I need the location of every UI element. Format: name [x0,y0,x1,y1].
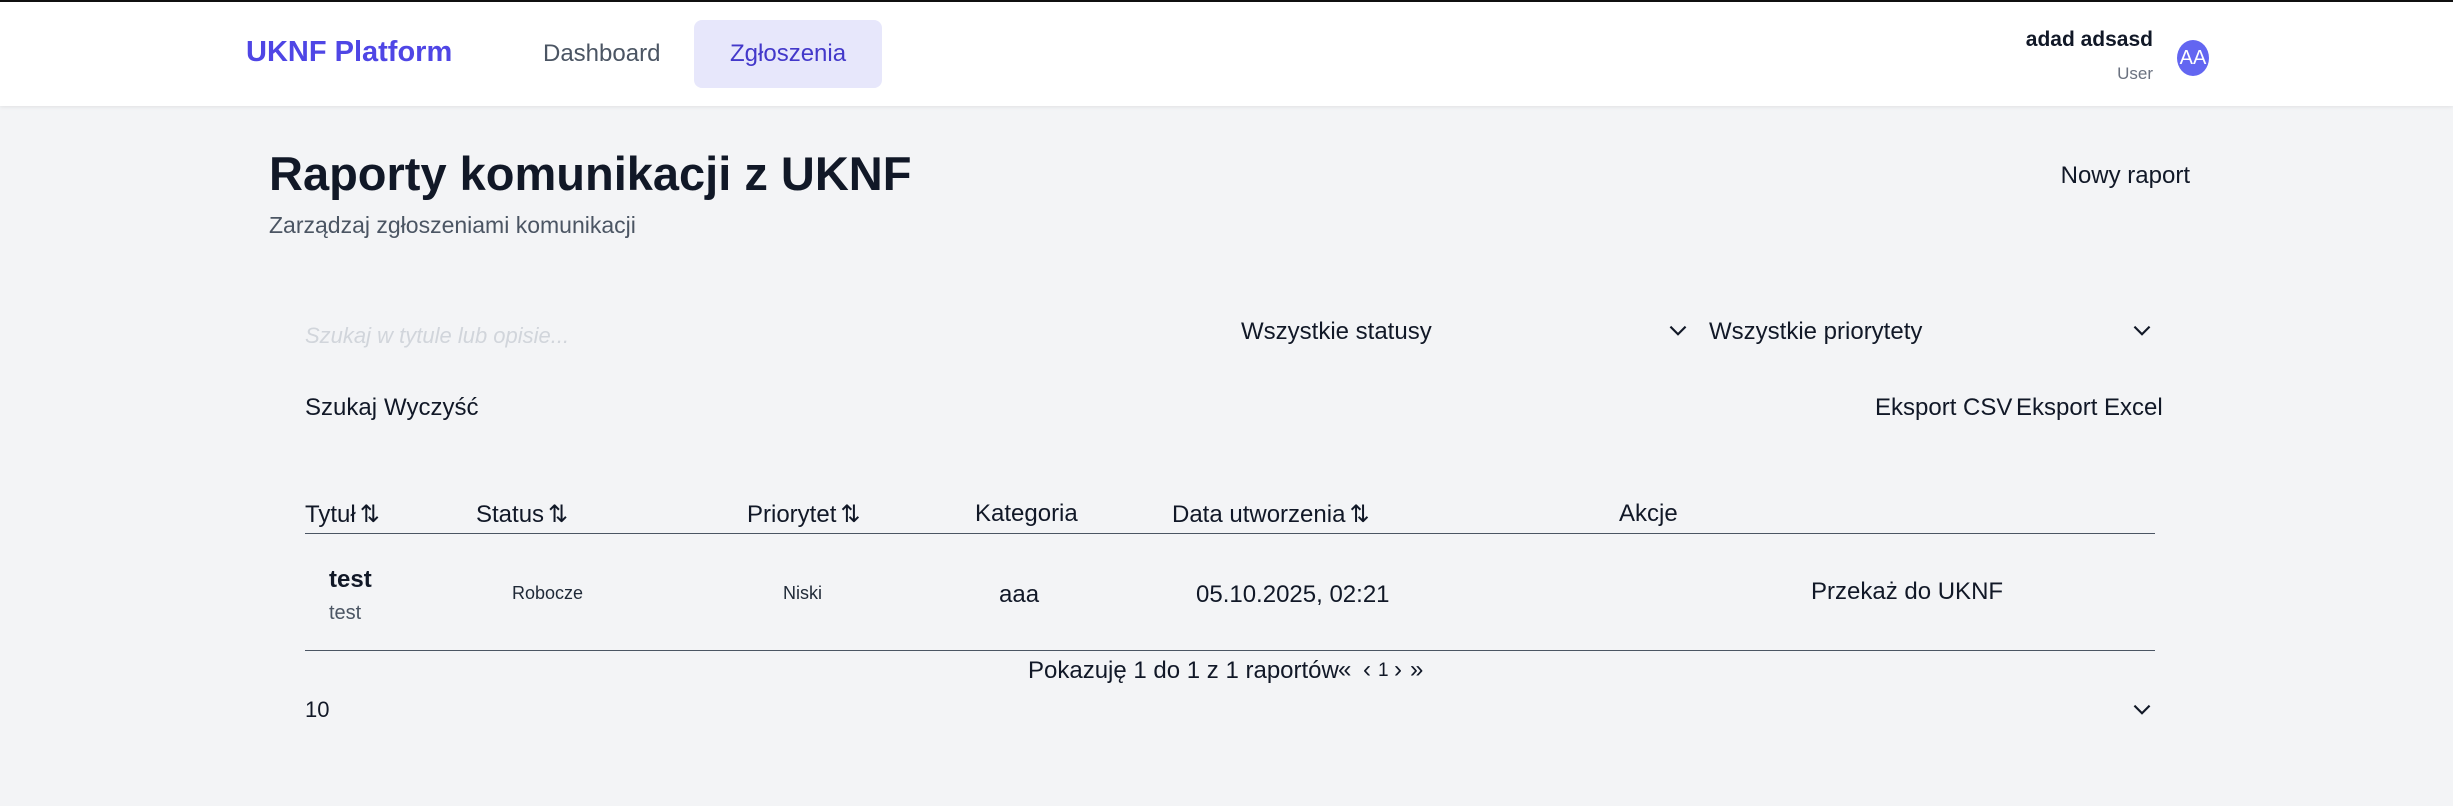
sort-icon: ⇅ [359,501,380,528]
column-header-actions: Akcje [1619,500,1678,527]
prev-page-button[interactable]: ‹ [1363,656,1371,684]
row-title: test [329,566,372,593]
chevron-down-icon [1669,325,1687,336]
column-header-created[interactable]: Data utworzenia ⇅ [1172,500,1370,529]
page-size-value: 10 [305,697,330,722]
search-button[interactable]: Szukaj [305,394,377,422]
row-description: test [329,602,362,624]
chevron-down-icon [2133,325,2151,336]
sort-icon: ⇅ [1349,501,1369,528]
status-filter-select[interactable]: Wszystkie statusy [1241,318,1691,354]
status-filter-value: Wszystkie statusy [1241,318,1432,345]
sort-icon: ⇅ [840,501,860,528]
nav-link-dashboard[interactable]: Dashboard [507,20,696,88]
row-category: aaa [999,581,1040,608]
priority-filter-value: Wszystkie priorytety [1709,318,1923,345]
nav-link-zgloszenia[interactable]: Zgłoszenia [694,20,883,88]
clear-button[interactable]: Wyczyść [384,394,478,422]
new-report-button[interactable]: Nowy raport [2061,162,2190,190]
priority-filter-select[interactable]: Wszystkie priorytety [1709,318,2155,354]
table-header-divider [305,533,2155,534]
user-name: adad adsasd [2025,28,2153,51]
first-page-button[interactable]: « [1338,656,1351,684]
page-size-select[interactable]: 10 [305,697,2155,727]
status-badge: Robocze [512,583,584,603]
column-header-status[interactable]: Status ⇅ [476,500,568,529]
user-role: User [2117,64,2153,83]
page-number-button[interactable]: 1 [1378,660,1389,682]
priority-badge: Niski [783,583,822,603]
export-excel-button[interactable]: Eksport Excel [2016,394,2163,422]
chevron-down-icon [2133,704,2151,715]
column-header-priority[interactable]: Priorytet ⇅ [747,500,860,529]
column-header-category: Kategoria [975,500,1078,527]
page-title: Raporty komunikacji z UKNF [269,147,912,200]
forward-to-uknf-button[interactable]: Przekaż do UKNF [1811,578,2003,606]
search-input[interactable] [305,318,1185,354]
sort-icon: ⇅ [548,501,568,528]
last-page-button[interactable]: » [1410,656,1423,684]
brand-logo[interactable]: UKNF Platform [246,36,452,69]
table-bottom-divider [305,650,2155,651]
row-created-date: 05.10.2025, 02:21 [1196,581,1390,608]
export-csv-button[interactable]: Eksport CSV [1875,394,2012,422]
next-page-button[interactable]: › [1394,656,1402,684]
top-navbar: UKNF Platform Dashboard Zgłoszenia adad … [0,2,2453,106]
avatar[interactable]: AA [2177,40,2209,76]
pagination-summary: Pokazuję 1 do 1 z 1 raportów [1028,657,1339,684]
column-header-title[interactable]: Tytuł ⇅ [305,500,380,529]
page-subtitle: Zarządzaj zgłoszeniami komunikacji [269,212,636,238]
